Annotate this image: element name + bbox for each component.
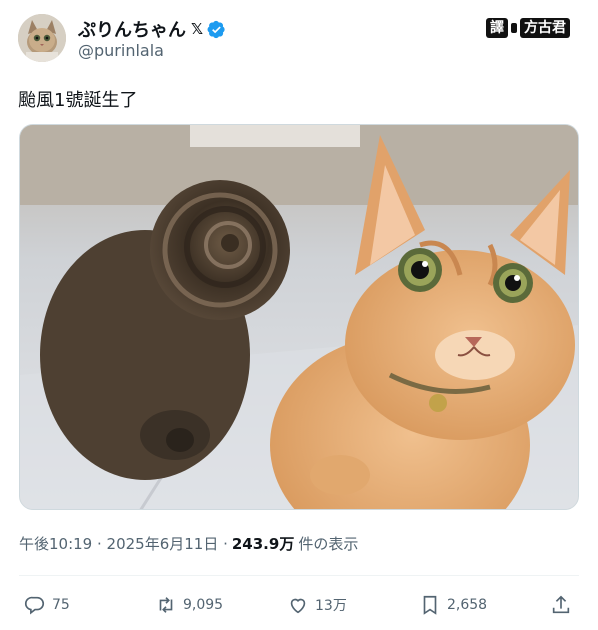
user-handle[interactable]: @purinlala [78,41,164,60]
translator-badge-name: 方古君 [520,18,570,38]
name-row: ぷりんちゃん 𝕏 [78,16,226,42]
bookmark-button[interactable]: 2,658 [419,594,487,616]
heart-icon [290,598,306,614]
tweet-photo[interactable] [19,124,579,510]
display-name[interactable]: ぷりんちゃん [78,16,186,42]
badge-divider [511,23,517,33]
reply-button[interactable]: 75 [24,594,70,616]
repost-button[interactable]: 9,095 [155,594,223,616]
tweet-meta: 午後10:19 · 2025年6月11日 · 243.9万 件の表示 [19,533,358,554]
cat-avatar-icon [18,14,66,62]
divider [19,575,579,576]
bookmark-icon [423,595,437,615]
repost-count: 9,095 [183,597,224,613]
tweet-text: 颱風1號誕生了 [18,90,138,111]
reply-count: 75 [52,597,70,613]
avatar[interactable] [18,14,66,62]
two-cats-photo [20,125,578,509]
share-icon [552,595,570,614]
translator-badge: 譯 方古君 [486,18,570,38]
like-button[interactable]: 13万 [287,594,347,616]
like-count: 13万 [315,598,347,614]
verified-badge-icon[interactable] [207,20,226,39]
tweet-header: ぷりんちゃん 𝕏 @purinlala 譯 方古君 [18,14,580,64]
share-button[interactable] [550,594,572,616]
reply-icon [25,596,45,615]
action-bar: 75 9,095 13万 2,658 [24,594,580,620]
bookmark-count: 2,658 [447,597,488,613]
repost-icon [159,597,173,613]
x-logo-icon: 𝕏 [191,20,204,38]
timestamp[interactable]: 午後10:19 · 2025年6月11日 · [19,533,228,554]
translator-badge-label: 譯 [486,18,508,38]
views-count: 243.9万 [231,535,295,553]
views-label: 件の表示 [298,535,359,553]
